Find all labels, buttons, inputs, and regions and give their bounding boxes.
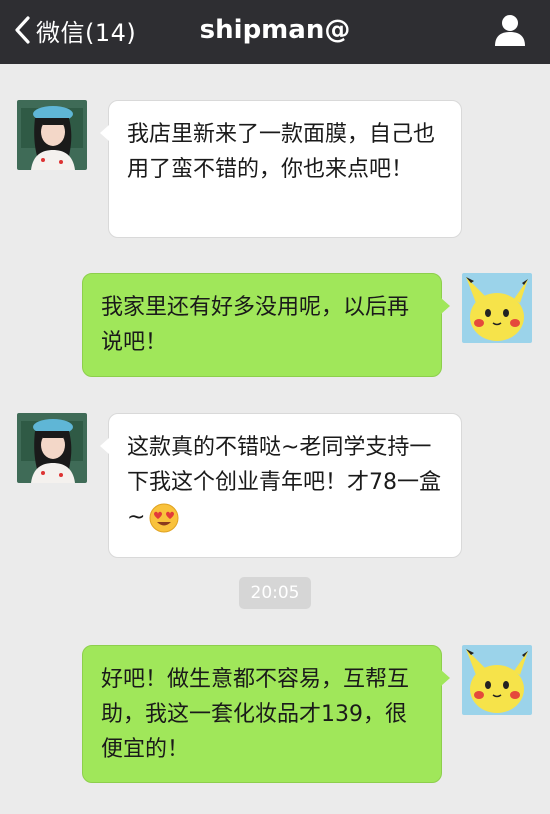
heart-eyes-emoji-icon: [149, 503, 179, 533]
pikachu-avatar-icon: [462, 273, 532, 343]
contact-avatar[interactable]: [17, 100, 87, 170]
message-bubble[interactable]: 我店里新来了一款面膜，自己也用了蛮不错的，你也来点吧！: [100, 100, 462, 238]
message-bubble[interactable]: 我家里还有好多没用呢，以后再说吧！: [82, 273, 450, 377]
top-bar: 微信(14) shipman@: [0, 0, 550, 64]
self-avatar[interactable]: [462, 273, 532, 343]
message-text: 我店里新来了一款面膜，自己也用了蛮不错的，你也来点吧！: [127, 122, 436, 182]
person-icon[interactable]: [492, 12, 528, 48]
message-bubble[interactable]: 这款真的不错哒~老同学支持一下我这个创业青年吧！才78一盒~: [100, 413, 462, 558]
message-text: 我家里还有好多没用呢，以后再说吧！: [101, 295, 410, 355]
timestamp: 20:05: [239, 577, 311, 609]
message-bubble[interactable]: 好吧！做生意都不容易，互帮互助，我这一套化妆品才139，很便宜的！: [82, 645, 450, 783]
avatar-girl-icon: [17, 100, 87, 170]
message-text: 好吧！做生意都不容易，互帮互助，我这一套化妆品才139，很便宜的！: [101, 667, 410, 762]
pikachu-avatar-icon: [462, 645, 532, 715]
self-avatar[interactable]: [462, 645, 532, 715]
contact-avatar[interactable]: [17, 413, 87, 483]
avatar-girl-icon: [17, 413, 87, 483]
chat-title: shipman@: [199, 15, 351, 45]
